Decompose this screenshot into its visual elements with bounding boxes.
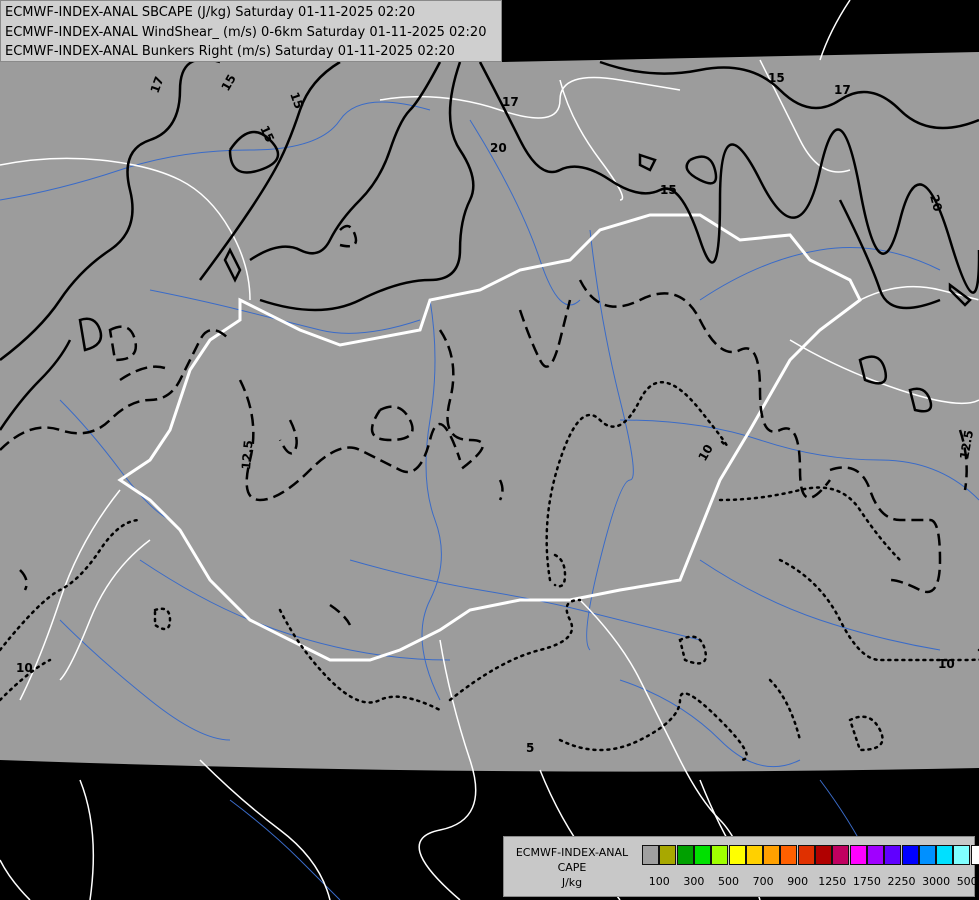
legend-swatch [866, 845, 884, 865]
cape-legend: ECMWF-INDEX-ANAL CAPE J/kg 100 300 500 700 9… [503, 836, 979, 897]
title-line-bunkers: ECMWF-INDEX-ANAL Bunkers Right (m/s) Sat… [5, 44, 455, 59]
title-line-windshear: ECMWF-INDEX-ANAL WindShear_ (m/s) 0-6km … [5, 25, 487, 40]
model-domain-area [0, 52, 979, 772]
legend-swatch [797, 845, 815, 865]
legend-swatch [642, 845, 659, 865]
legend-title-units: J/kg [561, 876, 583, 889]
legend-swatch [815, 845, 832, 865]
legend-tick-label: 1750 [852, 875, 881, 888]
legend-swatch [693, 845, 711, 865]
legend-tick-label: 5000 [956, 875, 979, 888]
bunkers-label: 10 [938, 657, 955, 671]
legend-swatch [970, 845, 979, 865]
shear-label: 15 [768, 71, 785, 85]
legend-swatch [711, 845, 729, 865]
shear-label: 17 [502, 95, 519, 109]
legend-swatch [953, 845, 971, 865]
legend-tick-label: 700 [752, 875, 774, 888]
shear-label: 20 [490, 141, 507, 155]
legend-tick-label: 2250 [887, 875, 916, 888]
bunkers-label: 10 [16, 661, 33, 675]
legend-title-variable: CAPE [557, 861, 587, 874]
legend-swatch [745, 845, 763, 865]
legend-tick-label: 500 [718, 875, 739, 888]
legend-swatch [849, 845, 867, 865]
legend-swatch [676, 845, 694, 865]
legend-swatch [918, 845, 936, 865]
legend-swatch [901, 845, 919, 865]
bunkers-label: 5 [526, 741, 534, 755]
legend-swatch [763, 845, 781, 865]
legend-tick-label: 300 [683, 875, 705, 888]
legend-tick-label: 900 [787, 875, 809, 888]
title-line-sbcape: ECMWF-INDEX-ANAL SBCAPE (J/kg) Saturday … [5, 5, 416, 20]
shear-label: 17 [834, 83, 851, 97]
map-canvas: 15 15 17 15 15 17 17 20 15 20 12.5 12.5 … [0, 0, 979, 900]
title-box: ECMWF-INDEX-ANAL SBCAPE (J/kg) Saturday … [0, 0, 502, 62]
legend-tick-label: 3000 [922, 875, 951, 888]
bunkers-label: 12.5 [239, 440, 256, 471]
legend-swatch [780, 845, 798, 865]
legend-tick-label: 100 [648, 875, 670, 888]
legend-swatch [936, 845, 954, 865]
legend-tick-label: 1250 [818, 875, 847, 888]
legend-swatch [728, 845, 746, 865]
shear-label: 15 [660, 183, 677, 197]
legend-swatch [884, 845, 902, 865]
legend-swatch [832, 845, 850, 865]
legend-title-source: ECMWF-INDEX-ANAL [515, 846, 629, 859]
legend-swatch [659, 845, 677, 865]
